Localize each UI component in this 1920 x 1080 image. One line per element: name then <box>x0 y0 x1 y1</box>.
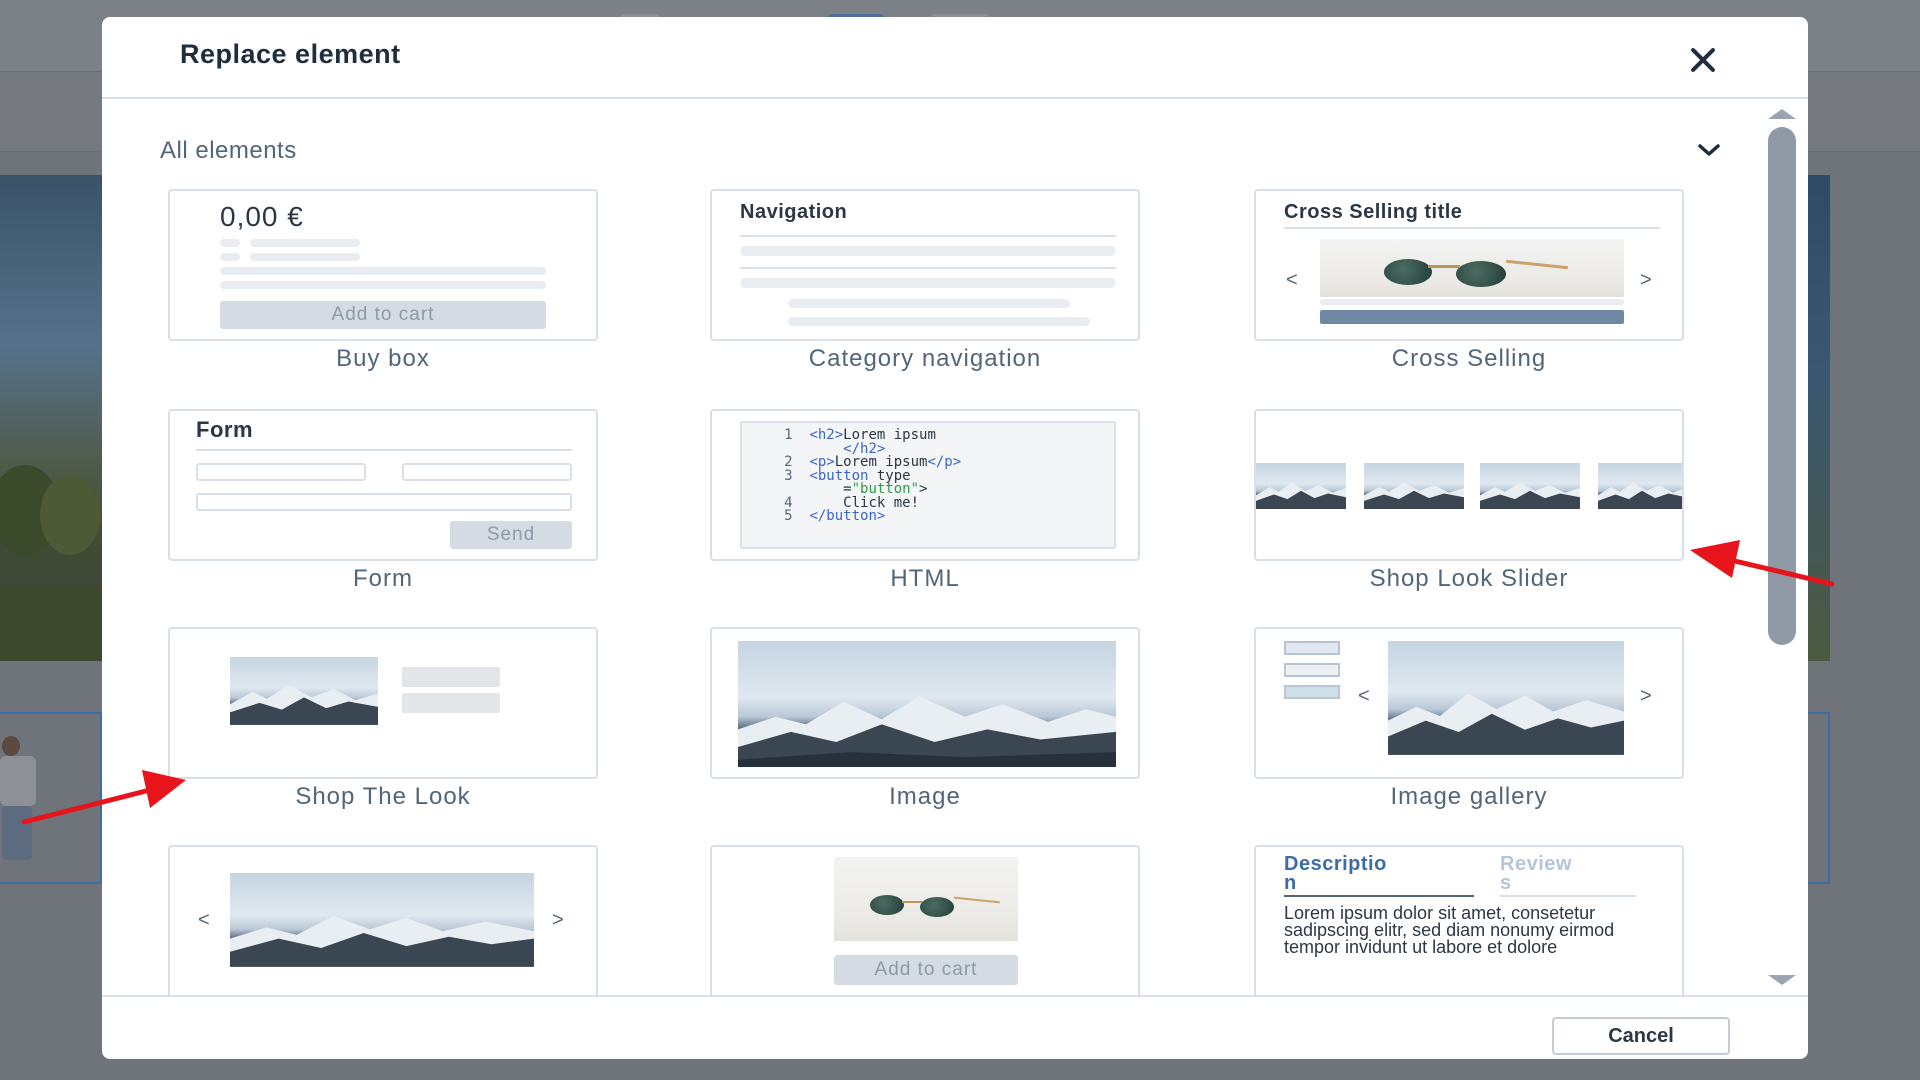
scrollbar[interactable] <box>1760 99 1800 995</box>
scroll-up-icon[interactable] <box>1768 109 1796 119</box>
chevron-right-icon: > <box>1640 685 1652 707</box>
description-text: Lorem ipsum dolor sit amet, consetetur s… <box>1284 903 1615 957</box>
tile-label-shop-the-look: Shop The Look <box>295 783 471 810</box>
placeholder-bar <box>1320 299 1624 305</box>
gallery-thumbnail <box>1284 663 1340 677</box>
divider <box>1284 227 1660 229</box>
background-selected-block <box>1808 712 1830 884</box>
element-tile-shop-the-look[interactable] <box>168 627 598 779</box>
element-tile-category-navigation[interactable]: Navigation <box>710 189 1140 341</box>
tile-label-image-gallery: Image gallery <box>1390 783 1548 810</box>
gallery-thumbnail <box>1284 685 1340 699</box>
code-line-text: </button> <box>809 508 886 524</box>
chevron-right-icon: > <box>1640 269 1652 291</box>
placeholder-bar <box>250 239 360 247</box>
look-image <box>230 657 378 725</box>
element-tile-html[interactable]: 1 <h2>Lorem ipsum </h2> 2 <p>Lorem ipsum… <box>710 409 1140 561</box>
chevron-down-icon <box>1698 144 1720 156</box>
placeholder-bar <box>250 253 360 261</box>
element-tile-product-description[interactable]: Descriptio n Review s Lorem ipsum dolor … <box>1254 845 1684 995</box>
cross-selling-heading: Cross Selling title <box>1284 201 1463 223</box>
background-tree <box>40 475 100 555</box>
background-grass <box>0 585 102 661</box>
replace-element-modal: Replace element All elements 0,00 € Add … <box>102 17 1808 1059</box>
tile-label-html: HTML <box>890 565 960 592</box>
code-line: 5 </button> <box>742 508 886 524</box>
image-preview <box>738 641 1116 767</box>
background-person-image <box>0 730 60 860</box>
navigation-heading: Navigation <box>740 201 848 223</box>
buy-box-add-to-cart-preview: Add to cart <box>220 301 546 329</box>
tile-label-buy-box: Buy box <box>336 345 430 372</box>
element-tile-image-slider[interactable]: < > <box>168 845 598 995</box>
modal-footer: Cancel <box>102 995 1808 1059</box>
element-tile-form[interactable]: Form Send <box>168 409 598 561</box>
modal-title: Replace element <box>180 39 401 69</box>
scroll-down-icon[interactable] <box>1768 975 1796 985</box>
slide-image <box>1256 463 1346 509</box>
element-filter-label: All elements <box>160 137 297 164</box>
scrollbar-thumb[interactable] <box>1768 127 1796 645</box>
placeholder-bar <box>402 693 500 713</box>
placeholder-bar <box>788 317 1090 326</box>
form-heading: Form <box>196 417 253 442</box>
placeholder-bar <box>220 267 546 275</box>
placeholder-bar <box>220 281 546 289</box>
slider-image <box>230 873 534 967</box>
buy-box-price: 0,00 € <box>220 201 304 232</box>
modal-header: Replace element <box>102 17 1808 99</box>
placeholder-bar <box>740 278 1116 288</box>
input-preview <box>402 463 572 481</box>
product-box-add-to-cart-preview: Add to cart <box>834 955 1018 985</box>
button-placeholder <box>1320 310 1624 324</box>
element-tile-product-box[interactable]: Add to cart <box>710 845 1140 995</box>
product-image <box>1320 239 1624 297</box>
gallery-main-image <box>1388 641 1624 755</box>
background-image <box>0 175 102 661</box>
placeholder-bar <box>788 299 1070 308</box>
modal-body: All elements 0,00 € Add to cart Buy box … <box>102 99 1808 995</box>
divider <box>740 267 1116 269</box>
placeholder-bar <box>220 239 240 247</box>
input-preview <box>196 493 572 511</box>
tab-reviews: Review s <box>1500 853 1572 894</box>
divider <box>740 235 1116 237</box>
slide-image <box>1480 463 1580 509</box>
element-tile-image-gallery[interactable]: < > <box>1254 627 1684 779</box>
chevron-left-icon: < <box>1358 685 1370 707</box>
chevron-left-icon: < <box>1286 269 1298 291</box>
input-preview <box>196 463 366 481</box>
placeholder-bar <box>220 253 240 261</box>
tab-underline <box>1500 895 1636 897</box>
divider <box>196 449 572 451</box>
element-tile-buy-box[interactable]: 0,00 € Add to cart <box>168 189 598 341</box>
tab-description: Descriptio n <box>1284 853 1387 894</box>
background-image <box>1808 175 1830 661</box>
cancel-button[interactable]: Cancel <box>1552 1017 1730 1055</box>
form-send-preview: Send <box>450 521 572 549</box>
element-tile-image[interactable] <box>710 627 1140 779</box>
tile-label-form: Form <box>353 565 413 592</box>
slide-image <box>1364 463 1464 509</box>
tile-label-cross-selling: Cross Selling <box>1391 345 1547 372</box>
close-icon[interactable] <box>1684 43 1722 77</box>
placeholder-bar <box>740 246 1116 256</box>
chevron-right-icon: > <box>552 909 564 931</box>
product-image <box>834 857 1018 941</box>
slide-image <box>1598 463 1682 509</box>
gallery-thumbnail <box>1284 641 1340 655</box>
element-tile-cross-selling[interactable]: Cross Selling title < > <box>1254 189 1684 341</box>
tile-label-category-navigation: Category navigation <box>808 345 1042 372</box>
chevron-left-icon: < <box>198 909 210 931</box>
code-editor-preview: 1 <h2>Lorem ipsum </h2> 2 <p>Lorem ipsum… <box>740 421 1116 549</box>
tab-underline <box>1284 895 1474 897</box>
tile-label-image: Image <box>889 783 961 810</box>
placeholder-bar <box>402 667 500 687</box>
code-line-number: 5 <box>742 508 810 524</box>
element-tile-shop-look-slider[interactable] <box>1254 409 1684 561</box>
element-filter-select[interactable]: All elements <box>160 133 1738 173</box>
tile-label-shop-look-slider: Shop Look Slider <box>1369 565 1569 592</box>
